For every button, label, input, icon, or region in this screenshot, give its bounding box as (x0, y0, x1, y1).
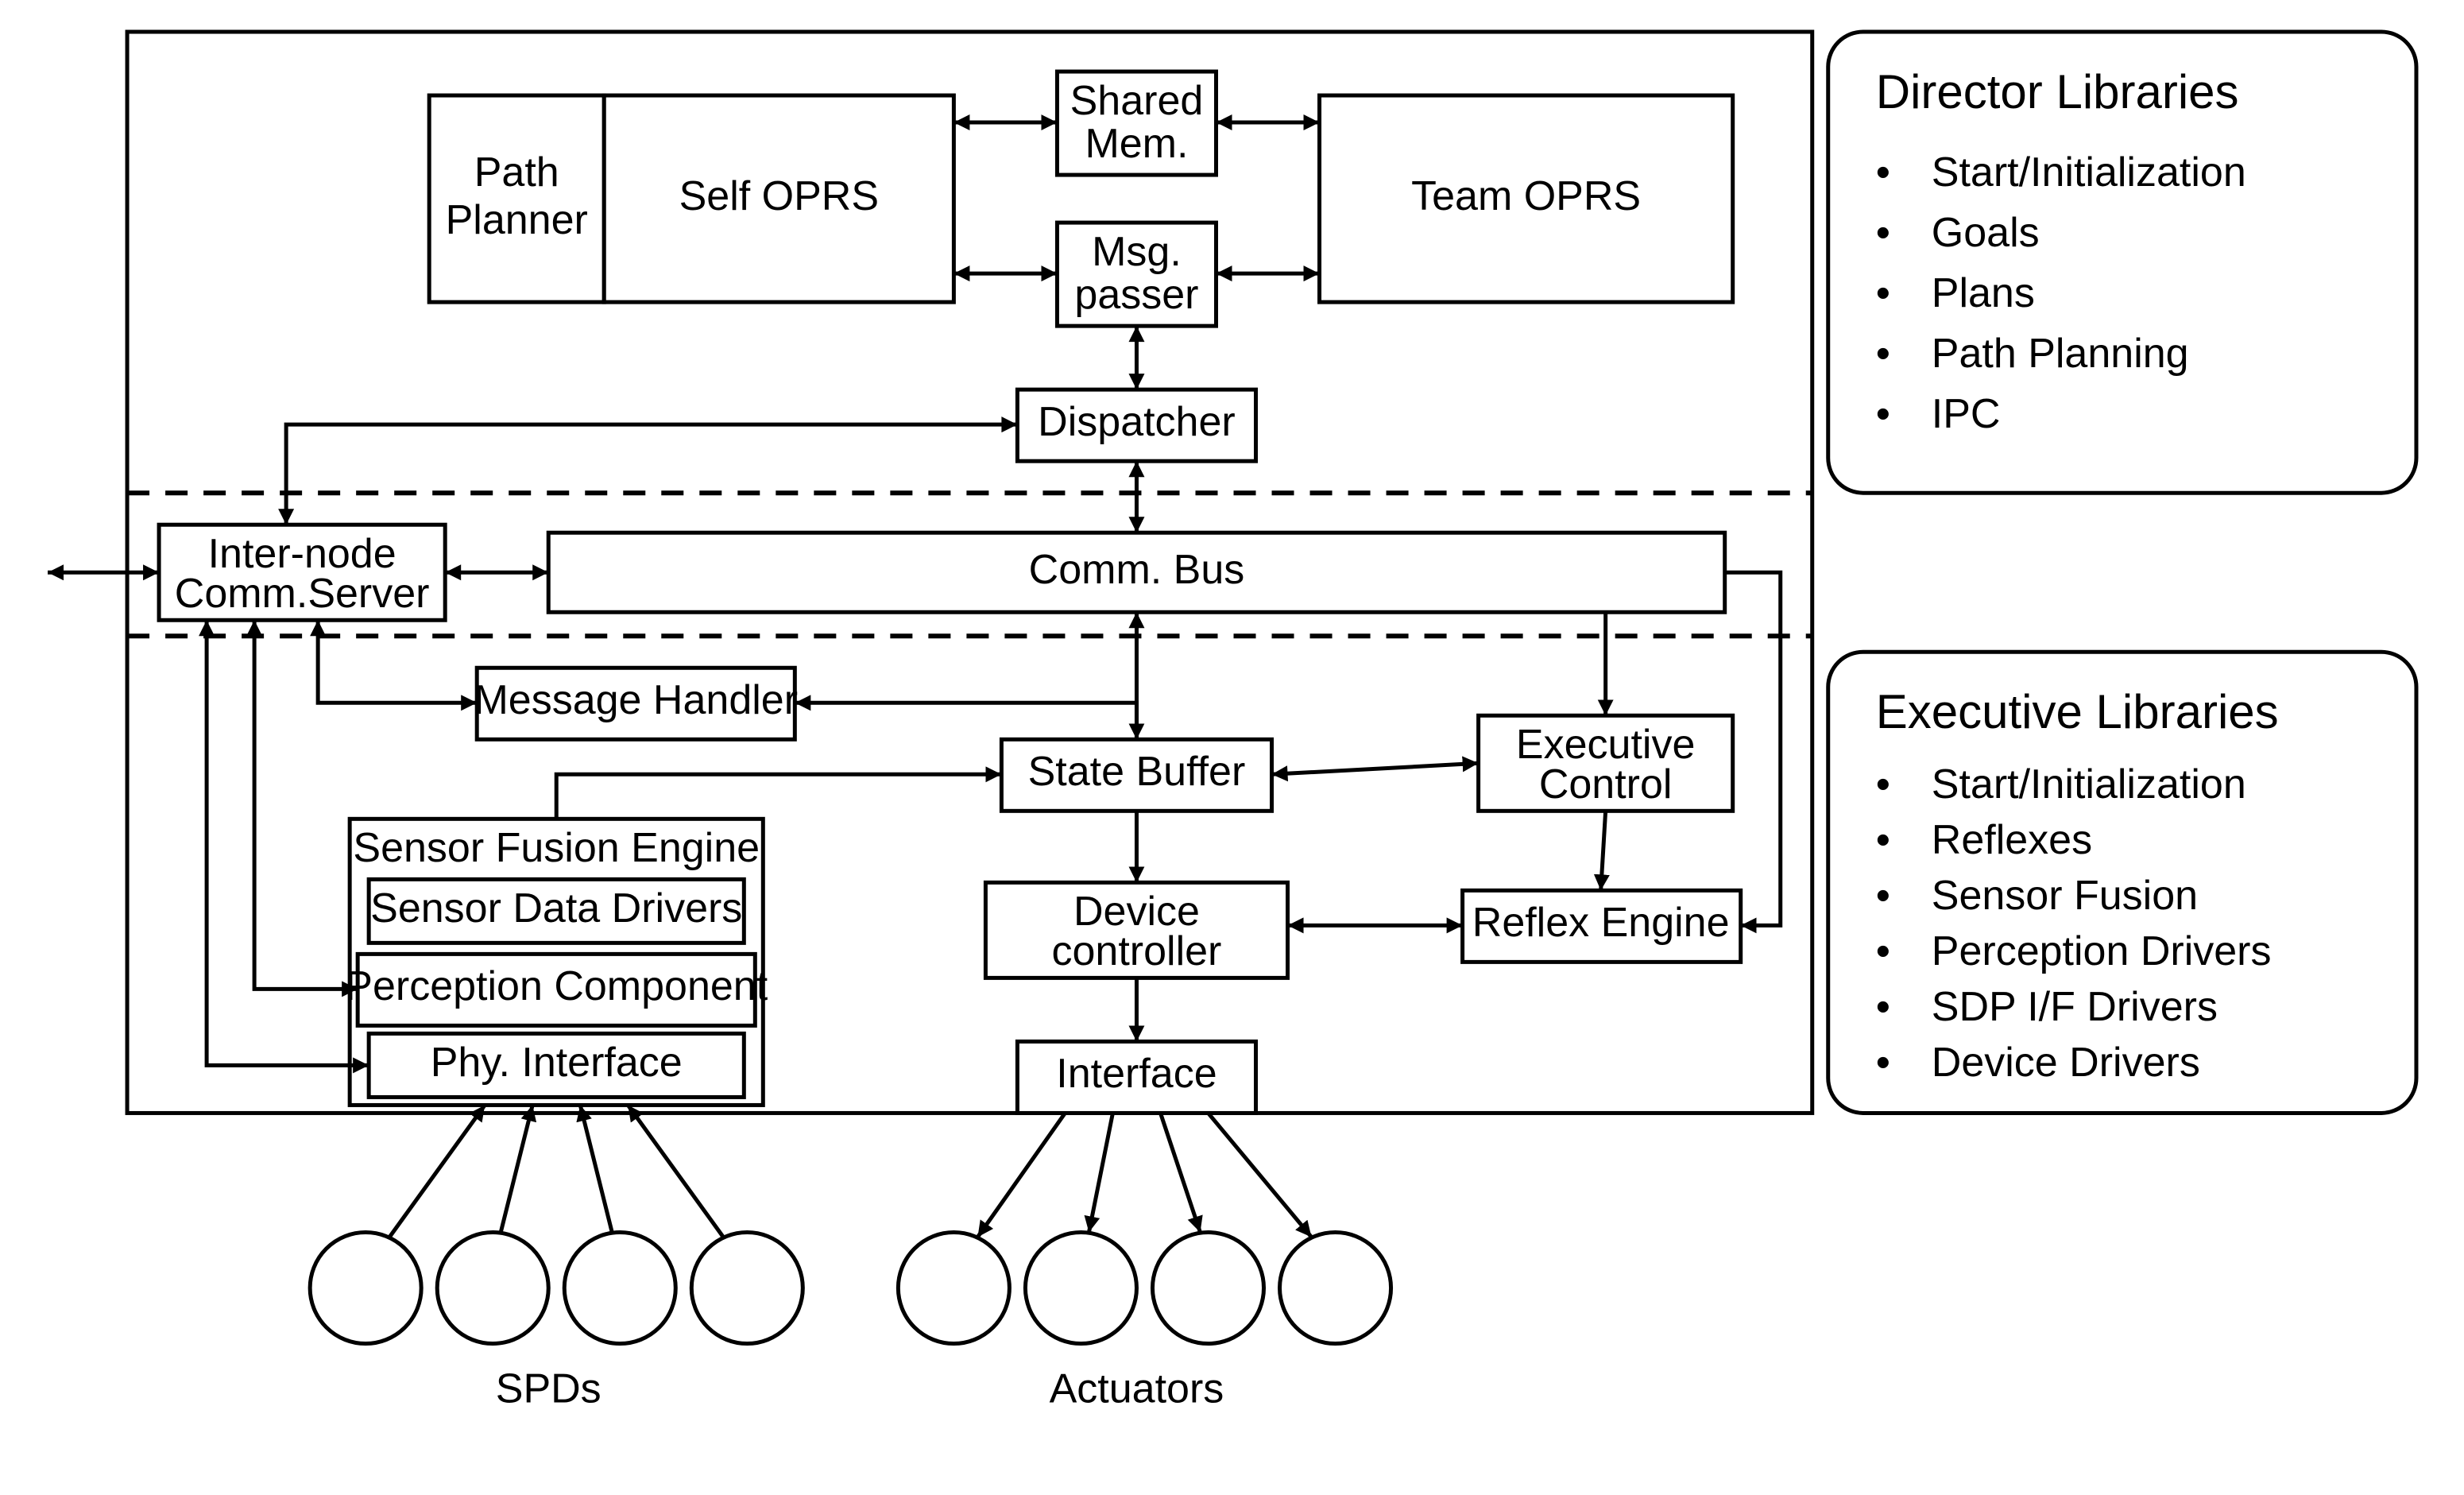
diagram-root: Director Libraries • Start/Initialization… (0, 0, 2464, 1495)
svg-text:•: • (1876, 1040, 1890, 1086)
spd-circle (564, 1232, 675, 1343)
spd-circle (310, 1232, 421, 1343)
executive-item: Reflexes (1932, 817, 2092, 863)
svg-text:Sensor Fusion Engine: Sensor Fusion Engine (353, 825, 760, 871)
actuator-circle (898, 1232, 1009, 1343)
svg-text:Comm.Server: Comm.Server (175, 571, 430, 617)
svg-text:•: • (1876, 270, 1890, 316)
svg-text:Msg.: Msg. (1092, 229, 1182, 275)
svg-text:•: • (1876, 984, 1890, 1030)
svg-text:Comm. Bus: Comm. Bus (1029, 547, 1245, 593)
svg-text:Sensor Data Drivers: Sensor Data Drivers (370, 885, 742, 931)
actuator-circle (1152, 1232, 1263, 1343)
svg-text:•: • (1876, 761, 1890, 808)
svg-text:•: • (1876, 210, 1890, 256)
executive-item: Start/Initialization (1932, 761, 2246, 808)
svg-text:Mem.: Mem. (1085, 121, 1188, 167)
spds-label: SPDs (496, 1365, 601, 1412)
svg-text:State Buffer: State Buffer (1028, 749, 1246, 795)
director-item: Start/Initialization (1932, 149, 2246, 196)
svg-text:Perception Component: Perception Component (345, 963, 768, 1009)
spd-circle (437, 1232, 548, 1343)
svg-text:controller: controller (1052, 928, 1222, 974)
director-title: Director Libraries (1876, 65, 2239, 118)
actuator-circle (1280, 1232, 1391, 1343)
svg-text:Team OPRS: Team OPRS (1411, 173, 1641, 219)
svg-text:Shared: Shared (1070, 78, 1204, 124)
svg-text:•: • (1876, 391, 1890, 437)
director-item: Goals (1932, 210, 2040, 256)
executive-item: Sensor Fusion (1932, 873, 2198, 919)
director-item: Plans (1932, 270, 2035, 316)
svg-text:Interface: Interface (1056, 1051, 1217, 1097)
executive-item: Device Drivers (1932, 1040, 2200, 1086)
svg-text:passer: passer (1074, 272, 1198, 318)
svg-text:Control: Control (1539, 761, 1673, 808)
spd-circle (691, 1232, 803, 1343)
executive-title: Executive Libraries (1876, 685, 2279, 738)
executive-item: SDP I/F Drivers (1932, 984, 2218, 1030)
svg-text:Self OPRS: Self OPRS (679, 173, 879, 219)
svg-text:Reflex Engine: Reflex Engine (1472, 900, 1730, 946)
director-item: IPC (1932, 391, 2001, 437)
svg-text:•: • (1876, 331, 1890, 377)
svg-text:•: • (1876, 149, 1890, 196)
svg-text:•: • (1876, 817, 1890, 863)
svg-text:•: • (1876, 873, 1890, 919)
svg-text:Path: Path (474, 149, 559, 196)
svg-text:•: • (1876, 928, 1890, 974)
svg-text:Message Handler: Message Handler (474, 677, 798, 723)
executive-item: Perception Drivers (1932, 928, 2272, 974)
director-item: Path Planning (1932, 331, 2189, 377)
actuators-label: Actuators (1050, 1365, 1224, 1412)
svg-text:Dispatcher: Dispatcher (1038, 399, 1236, 445)
actuator-circle (1025, 1232, 1136, 1343)
svg-text:Phy. Interface: Phy. Interface (431, 1040, 683, 1086)
svg-text:Planner: Planner (446, 197, 588, 243)
